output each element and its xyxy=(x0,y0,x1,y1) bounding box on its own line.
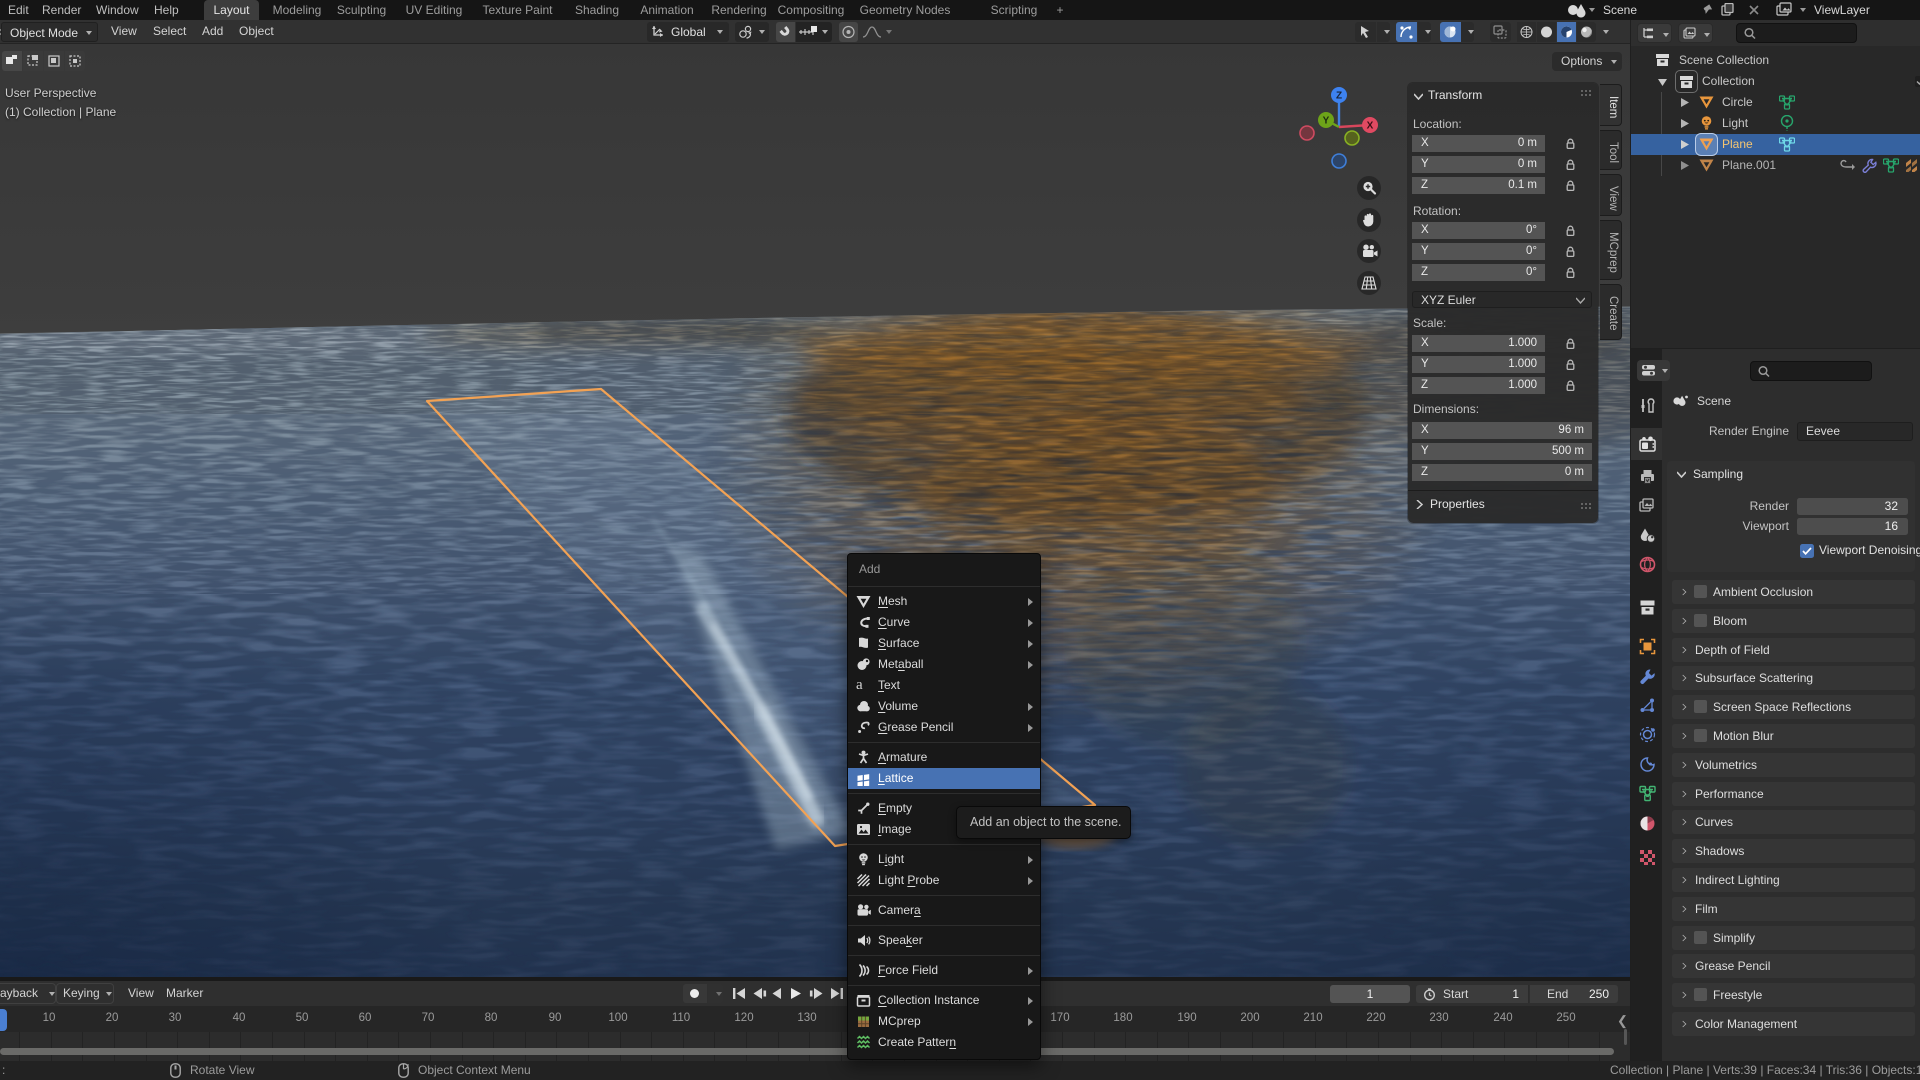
svg-text:Z: Z xyxy=(1336,91,1342,102)
svg-text:Y: Y xyxy=(1323,116,1330,127)
svg-text:X: X xyxy=(1367,121,1374,132)
